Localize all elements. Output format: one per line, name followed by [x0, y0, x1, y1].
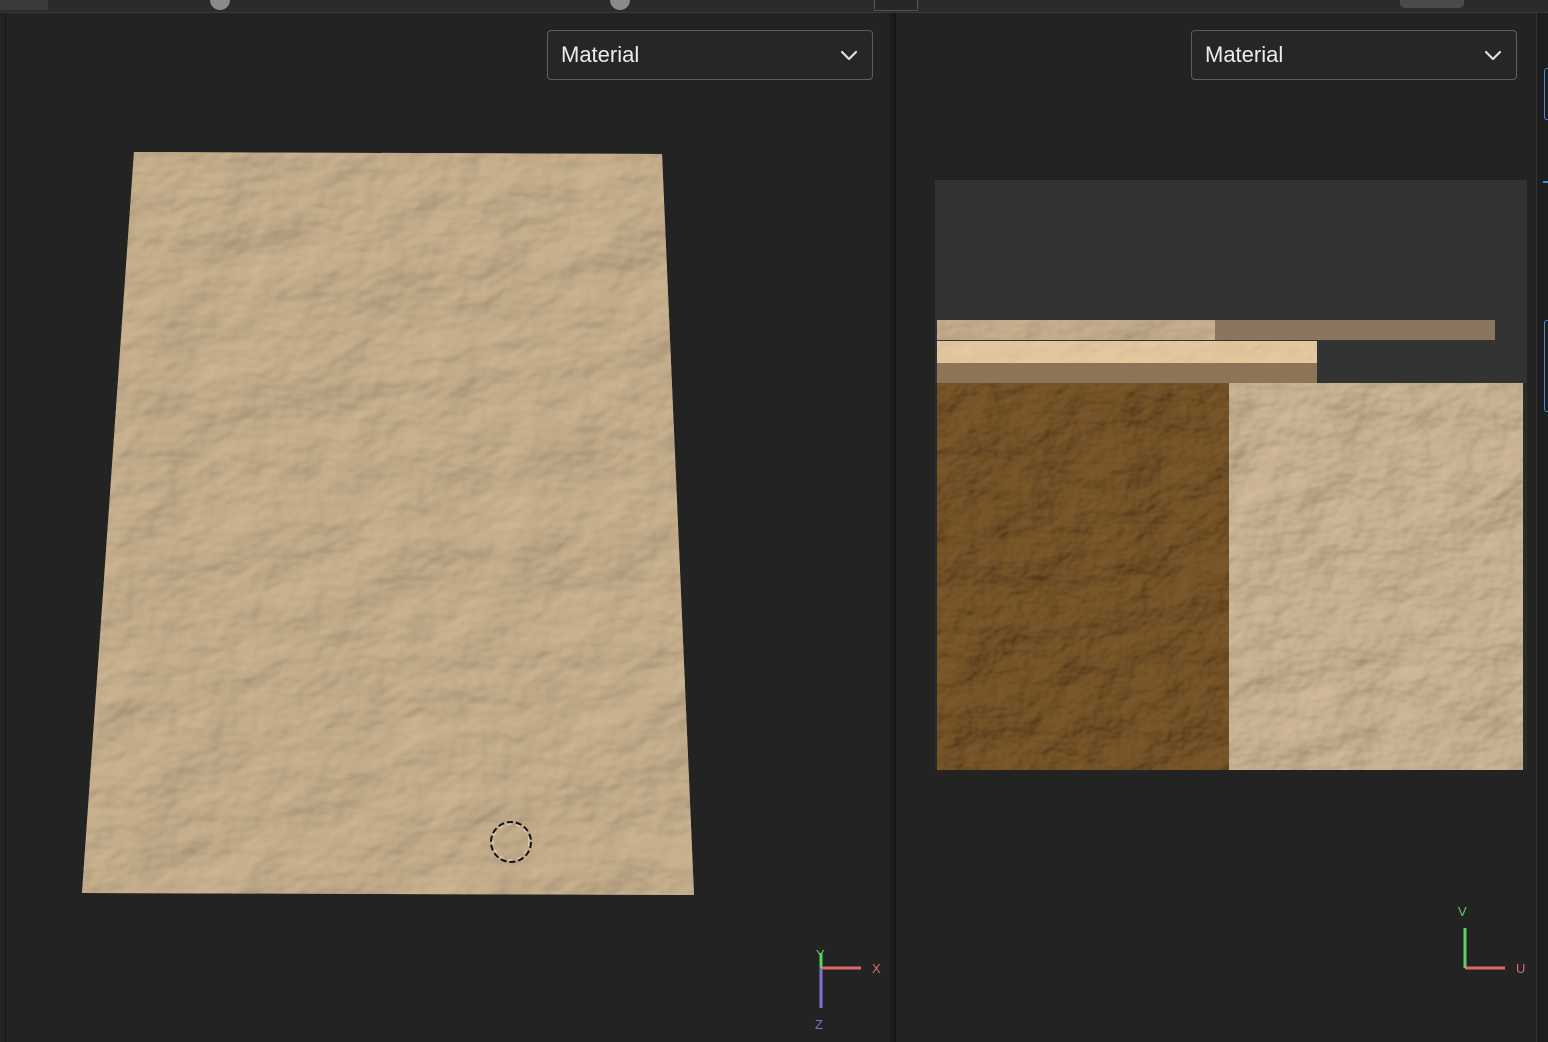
toolbar-pill-button[interactable] [1400, 0, 1464, 8]
axis-x-label: X [872, 961, 881, 976]
axis-gizmo-icon: X Y Z [815, 947, 881, 1032]
chevron-down-icon [1484, 50, 1502, 61]
axis-u-label: U [1516, 961, 1525, 976]
axis-y-label: Y [816, 947, 825, 962]
side-tab-marker[interactable] [1544, 68, 1548, 120]
uv-strip-brown [937, 363, 1317, 383]
textured-plane [82, 152, 694, 895]
uv-axis-gizmo-icon: V U [1458, 904, 1525, 976]
side-tab-marker[interactable] [1544, 320, 1548, 412]
slider-handle-2[interactable] [610, 0, 630, 10]
3d-viewport-panel[interactable]: X Y Z Material [5, 13, 891, 1042]
uv-tile-dark [937, 383, 1229, 770]
top-toolbar [0, 0, 1548, 13]
toolbar-square-button[interactable] [874, 0, 918, 11]
3d-viewport-canvas[interactable]: X Y Z [6, 13, 891, 1042]
side-tick [1543, 181, 1548, 183]
chevron-down-icon [840, 50, 858, 61]
uv-tile-light [1229, 383, 1523, 770]
toolbar-tab[interactable] [0, 0, 48, 10]
axis-z-label: Z [815, 1017, 823, 1032]
uv-strip-light [937, 341, 1317, 363]
uv-strip-top [937, 320, 1495, 340]
uv-viewport-panel[interactable]: V U Material [895, 13, 1536, 1042]
material-dropdown-right[interactable]: Material [1191, 30, 1517, 80]
uv-viewport-canvas[interactable]: V U [896, 13, 1536, 1042]
dropdown-value: Material [1205, 42, 1284, 67]
axis-v-label: V [1458, 904, 1467, 919]
slider-handle-1[interactable] [210, 0, 230, 10]
material-dropdown-left[interactable]: Material [547, 30, 873, 80]
dropdown-value: Material [561, 42, 640, 67]
right-side-panel-edge [1536, 13, 1548, 1042]
